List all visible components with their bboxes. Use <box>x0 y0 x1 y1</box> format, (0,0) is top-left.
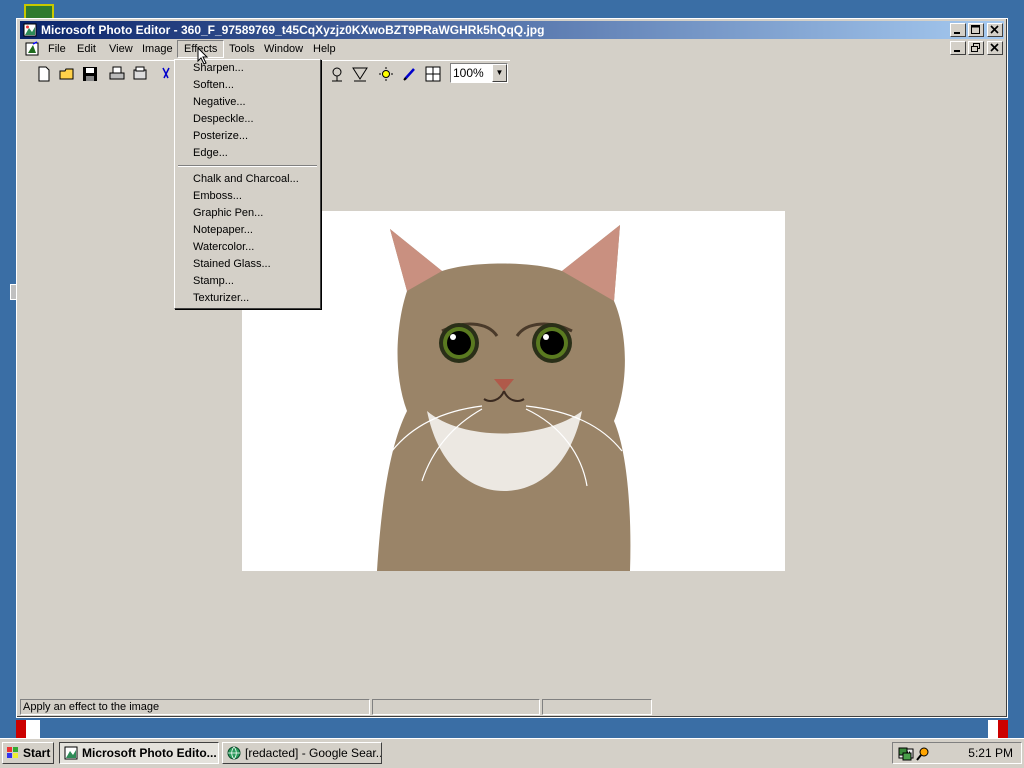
pencil-icon <box>403 68 415 81</box>
effects-graphic-pen[interactable]: Graphic Pen... <box>193 206 263 221</box>
pin-icon <box>332 67 342 82</box>
mouse-cursor-icon <box>197 47 209 65</box>
maximize-button[interactable] <box>968 23 984 37</box>
search-icon[interactable] <box>915 746 931 762</box>
clock: 5:21 PM <box>968 746 1013 760</box>
taskbar: Start Microsoft Photo Edito... [redacted… <box>0 738 1024 768</box>
cat-photo <box>377 225 631 571</box>
photo-editor-app-icon[interactable] <box>23 23 37 37</box>
minimize-button[interactable] <box>950 23 966 37</box>
scan-button[interactable] <box>130 64 150 84</box>
image-canvas[interactable] <box>242 211 785 571</box>
taskbar-item-browser[interactable]: [redacted] - Google Sear... <box>222 742 382 764</box>
open-button[interactable] <box>57 64 77 84</box>
new-button[interactable] <box>34 64 54 84</box>
sun-icon <box>379 67 393 81</box>
effects-soften[interactable]: Soften... <box>193 78 234 93</box>
menu-separator <box>178 165 317 167</box>
taskbar-item-photo-editor[interactable]: Microsoft Photo Edito... <box>59 742 219 764</box>
status-panel-2 <box>372 699 540 715</box>
effects-chalk-and-charcoal[interactable]: Chalk and Charcoal... <box>193 172 299 187</box>
effects-negative[interactable]: Negative... <box>193 95 246 110</box>
save-disk-icon <box>83 67 97 81</box>
network-icon[interactable] <box>897 746 913 762</box>
effects-emboss[interactable]: Emboss... <box>193 189 242 204</box>
photo-editor-window: Microsoft Photo Editor - 360_F_97589769_… <box>16 18 1008 718</box>
status-panel-3 <box>542 699 652 715</box>
printer-icon <box>109 66 125 80</box>
close-icon <box>990 43 999 52</box>
menu-bar: File Edit View Image Effects Tools Windo… <box>20 40 1004 58</box>
menu-file[interactable]: File <box>42 40 72 58</box>
status-bar: Apply an effect to the image <box>20 698 1004 716</box>
task-label: Microsoft Photo Edito... <box>82 746 217 760</box>
system-tray: 5:21 PM <box>892 742 1022 764</box>
menu-image[interactable]: Image <box>136 40 179 58</box>
doc-close-button[interactable] <box>987 41 1003 55</box>
save-button[interactable] <box>80 64 100 84</box>
browser-globe-icon <box>227 746 241 760</box>
photo-editor-app-icon <box>64 746 78 760</box>
workspace <box>20 87 1004 695</box>
effects-notepaper[interactable]: Notepaper... <box>193 223 253 238</box>
close-button[interactable] <box>987 23 1003 37</box>
windows-logo-icon <box>7 747 18 758</box>
restore-icon <box>971 43 980 52</box>
task-label: [redacted] - Google Sear... <box>245 746 382 760</box>
minimize-icon <box>954 32 960 34</box>
scanner-icon <box>133 66 147 80</box>
minimize-icon <box>954 50 960 52</box>
background-window-strip <box>16 720 1008 738</box>
zoom-value: 100% <box>453 66 484 80</box>
start-label: Start <box>23 746 51 760</box>
open-folder-icon <box>59 68 74 80</box>
effects-stained-glass[interactable]: Stained Glass... <box>193 257 271 272</box>
effects-edge[interactable]: Edge... <box>193 146 228 161</box>
new-document-icon <box>38 66 50 82</box>
funnel-button[interactable] <box>350 64 370 84</box>
print-button[interactable] <box>107 64 127 84</box>
menu-view[interactable]: View <box>103 40 139 58</box>
chevron-down-icon[interactable]: ▼ <box>492 64 507 82</box>
grid-icon <box>425 66 441 82</box>
effects-despeckle[interactable]: Despeckle... <box>193 112 254 127</box>
menu-tools[interactable]: Tools <box>223 40 261 58</box>
zoom-select[interactable]: 100% ▼ <box>450 63 508 83</box>
status-message: Apply an effect to the image <box>20 699 370 715</box>
retouch-button[interactable] <box>400 64 420 84</box>
document-icon[interactable] <box>24 41 40 57</box>
menu-edit[interactable]: Edit <box>71 40 102 58</box>
effects-watercolor[interactable]: Watercolor... <box>193 240 254 255</box>
maximize-icon <box>971 25 980 34</box>
brightness-button[interactable] <box>376 64 396 84</box>
effects-texturizer[interactable]: Texturizer... <box>193 291 249 306</box>
funnel-icon <box>352 67 368 82</box>
menu-window[interactable]: Window <box>258 40 309 58</box>
doc-minimize-button[interactable] <box>950 41 966 55</box>
effects-stamp[interactable]: Stamp... <box>193 274 234 289</box>
scissors-icon <box>162 67 170 79</box>
effects-dropdown-menu: Sharpen... Soften... Negative... Despeck… <box>174 59 321 309</box>
effects-posterize[interactable]: Posterize... <box>193 129 248 144</box>
close-icon <box>990 25 999 34</box>
title-bar[interactable]: Microsoft Photo Editor - 360_F_97589769_… <box>20 21 1004 39</box>
properties-button[interactable] <box>423 64 443 84</box>
start-button[interactable]: Start <box>2 742 54 764</box>
window-title: Microsoft Photo Editor - 360_F_97589769_… <box>41 23 545 37</box>
menu-help[interactable]: Help <box>307 40 342 58</box>
doc-restore-button[interactable] <box>968 41 984 55</box>
cut-button[interactable] <box>156 64 176 84</box>
balance-button[interactable] <box>327 64 347 84</box>
